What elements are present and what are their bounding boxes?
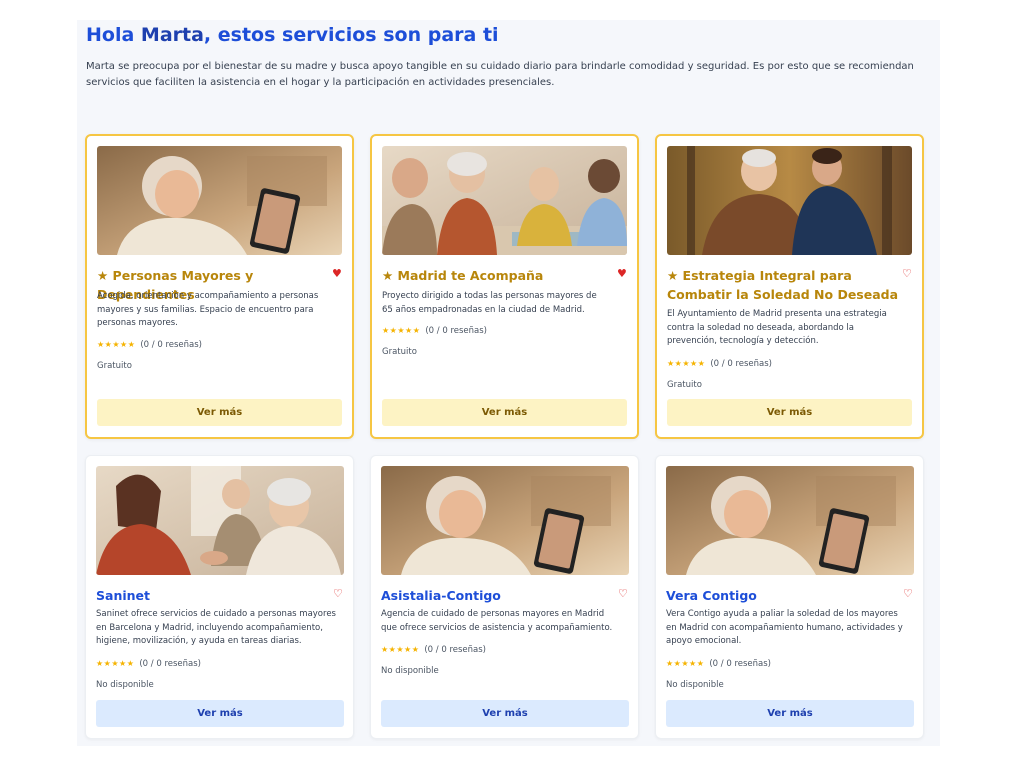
star-rating-icon: ★★★★★ <box>96 659 135 668</box>
ver-mas-button[interactable]: Ver más <box>666 700 914 727</box>
service-rating: ★★★★★ (0 / 0 reseñas) <box>666 659 771 669</box>
service-card: ★ Personas Mayores y Dependientes ♥ Acog… <box>85 134 354 439</box>
service-title[interactable]: Asistalia-Contigo <box>381 586 601 605</box>
service-price: Gratuito <box>97 361 132 371</box>
service-rating: ★★★★★ (0 / 0 reseñas) <box>97 340 202 350</box>
star-rating-icon: ★★★★★ <box>97 340 136 349</box>
service-description: Proyecto dirigido a todas las personas m… <box>382 291 597 315</box>
page-title: Hola Marta, estos servicios son para ti <box>86 24 499 46</box>
service-price: Gratuito <box>667 380 702 390</box>
service-image <box>97 146 342 255</box>
ver-mas-button[interactable]: Ver más <box>381 700 629 727</box>
service-image <box>381 466 629 575</box>
service-price: No disponible <box>666 680 724 690</box>
service-description: Acogida, orientación y acompañamiento a … <box>97 291 319 329</box>
service-price: No disponible <box>96 680 154 690</box>
service-description: Vera Contigo ayuda a paliar la soledad d… <box>666 609 903 647</box>
service-image <box>382 146 627 255</box>
service-rating: ★★★★★ (0 / 0 reseñas) <box>382 326 487 336</box>
service-image <box>667 146 912 255</box>
heart-outline-icon[interactable]: ♡ <box>618 587 628 601</box>
service-title[interactable]: Saninet <box>96 586 316 605</box>
service-price: Gratuito <box>382 347 417 357</box>
service-title[interactable]: Vera Contigo <box>666 586 886 605</box>
service-card: Vera Contigo ♡ Vera Contigo ayuda a pali… <box>655 455 924 739</box>
heart-filled-icon[interactable]: ♥ <box>617 267 627 281</box>
heart-outline-icon[interactable]: ♡ <box>333 587 343 601</box>
user-name: Marta <box>140 24 204 46</box>
heart-outline-icon[interactable]: ♡ <box>903 587 913 601</box>
star-rating-icon: ★★★★★ <box>382 326 421 335</box>
service-card: Asistalia-Contigo ♡ Agencia de cuidado d… <box>370 455 639 739</box>
service-card: ★ Madrid te Acompaña ♥ Proyecto dirigido… <box>370 134 639 439</box>
service-image <box>666 466 914 575</box>
service-image <box>96 466 344 575</box>
service-title[interactable]: ★ Estrategia Integral para Combatir la S… <box>667 266 905 304</box>
service-description: El Ayuntamiento de Madrid presenta una e… <box>667 309 887 347</box>
ver-mas-button[interactable]: Ver más <box>382 399 627 426</box>
service-rating: ★★★★★ (0 / 0 reseñas) <box>96 659 201 669</box>
service-price: No disponible <box>381 666 439 676</box>
service-description: Agencia de cuidado de personas mayores e… <box>381 609 613 633</box>
service-title[interactable]: ★ Madrid te Acompaña <box>382 266 602 285</box>
heart-outline-icon[interactable]: ♡ <box>902 267 912 281</box>
heart-filled-icon[interactable]: ♥ <box>332 267 342 281</box>
service-description: Saninet ofrece servicios de cuidado a pe… <box>96 609 336 647</box>
star-rating-icon: ★★★★★ <box>381 645 420 654</box>
service-rating: ★★★★★ (0 / 0 reseñas) <box>381 645 486 655</box>
service-rating: ★★★★★ (0 / 0 reseñas) <box>667 359 772 369</box>
star-rating-icon: ★★★★★ <box>666 659 705 668</box>
ver-mas-button[interactable]: Ver más <box>667 399 912 426</box>
ver-mas-button[interactable]: Ver más <box>97 399 342 426</box>
ver-mas-button[interactable]: Ver más <box>96 700 344 727</box>
star-rating-icon: ★★★★★ <box>667 359 706 368</box>
service-card: Saninet ♡ Saninet ofrece servicios de cu… <box>85 455 354 739</box>
service-card: ★ Estrategia Integral para Combatir la S… <box>655 134 924 439</box>
intro-text: Marta se preocupa por el bienestar de su… <box>86 61 914 88</box>
